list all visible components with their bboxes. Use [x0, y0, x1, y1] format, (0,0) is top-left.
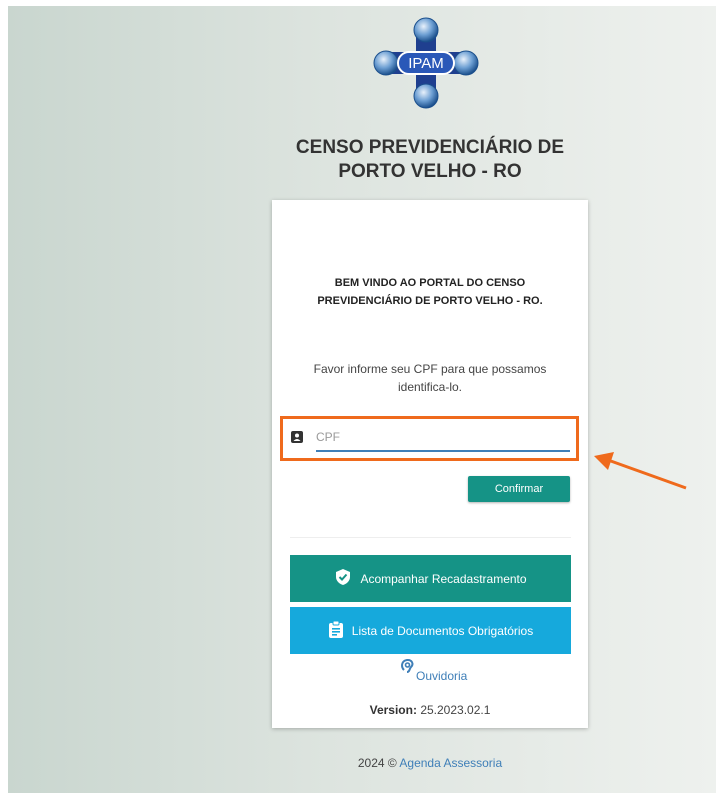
footer: 2024 © Agenda Assessoria — [250, 756, 610, 770]
contact-card-icon — [290, 430, 304, 444]
ear-icon — [398, 656, 418, 676]
ipam-logo: IPAM — [370, 14, 482, 112]
welcome-heading: BEM VINDO AO PORTAL DO CENSO PREVIDENCIÁ… — [317, 277, 543, 307]
confirm-button[interactable]: Confirmar — [468, 476, 570, 502]
top-strip — [0, 0, 716, 6]
shield-check-icon — [334, 568, 352, 589]
instruction-text: Favor informe seu CPF para que possamos … — [313, 362, 547, 394]
clipboard-icon — [328, 620, 344, 641]
divider — [290, 537, 571, 538]
version-info: Version: 25.2023.02.1 — [292, 703, 568, 717]
logo-text: IPAM — [408, 55, 444, 72]
arrow-annotation-icon — [590, 444, 690, 494]
login-card: BEM VINDO AO PORTAL DO CENSO PREVIDENCIÁ… — [272, 200, 588, 728]
footer-prefix: 2024 © — [357, 756, 397, 770]
cpf-input[interactable] — [316, 424, 570, 452]
version-value: 25.2023.02.1 — [420, 703, 491, 717]
page-title: CENSO PREVIDENCIÁRIO DE PORTO VELHO - RO — [295, 137, 565, 182]
track-button-label: Acompanhar Recadastramento — [360, 571, 527, 586]
ouvidoria-link[interactable]: Ouvidoria — [380, 656, 490, 686]
documents-list-button[interactable]: Lista de Documentos Obrigatórios — [290, 607, 571, 654]
version-label: Version: — [369, 703, 417, 717]
company-link[interactable]: Agenda Assessoria — [399, 756, 502, 770]
ouvidoria-label: Ouvidoria — [416, 669, 468, 683]
track-recadastramento-button[interactable]: Acompanhar Recadastramento — [290, 555, 571, 602]
documents-button-label: Lista de Documentos Obrigatórios — [351, 623, 534, 638]
